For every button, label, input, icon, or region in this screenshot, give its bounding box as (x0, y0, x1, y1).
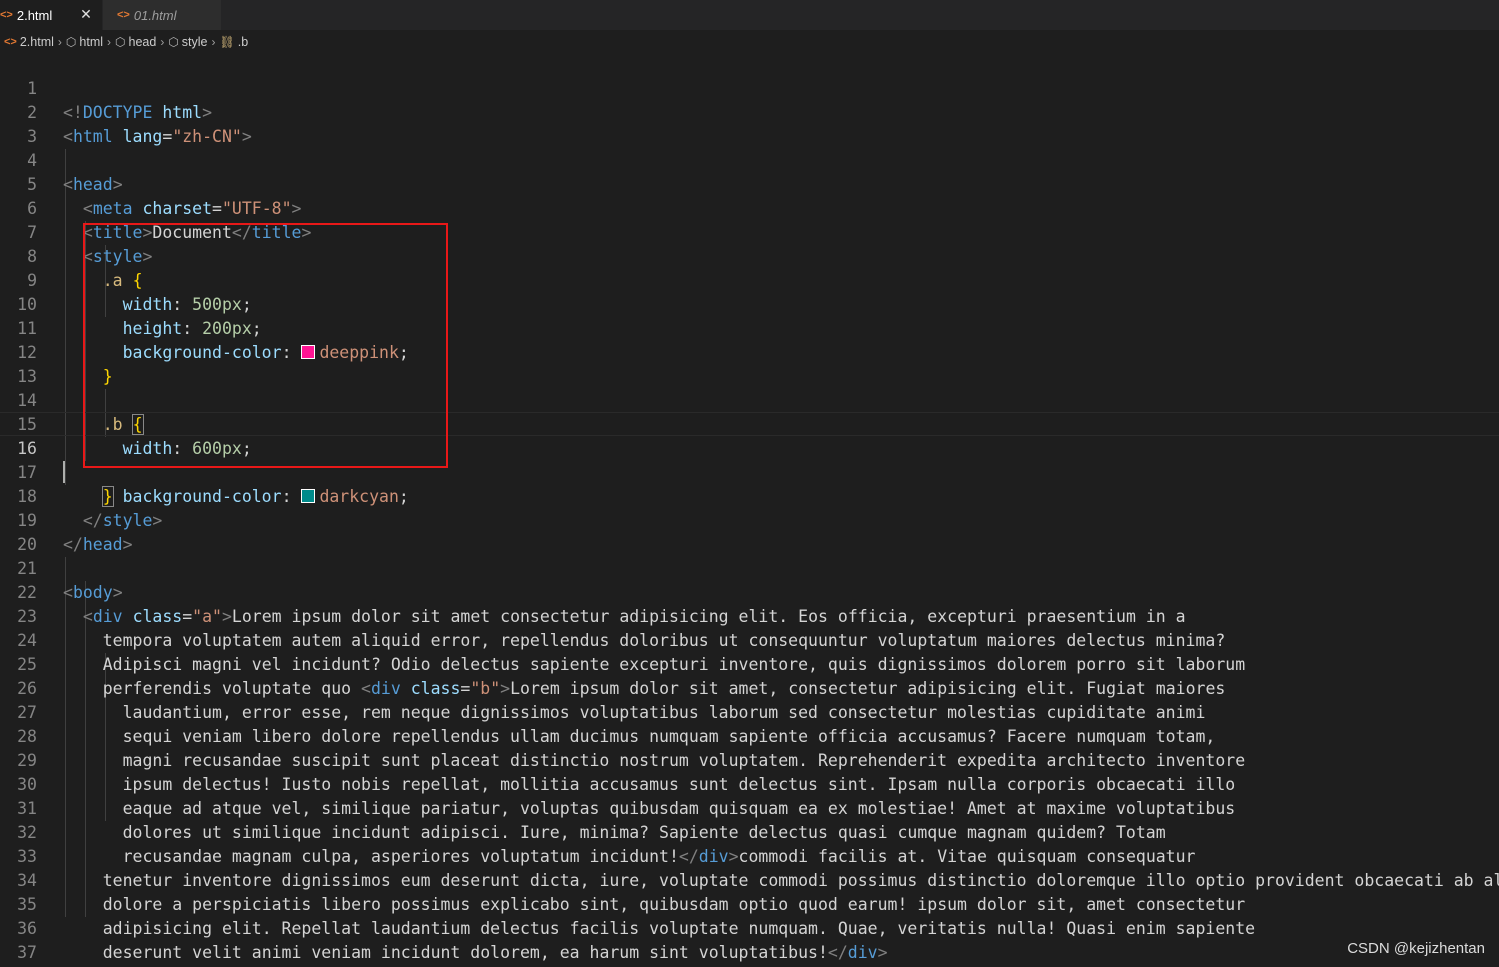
selector-icon: ⛓ (219, 35, 235, 49)
code-line: 29 ipsum delectus! Iusto nobis repellat,… (0, 725, 1499, 794)
tab-label: 2.html (16, 7, 53, 23)
html-file-icon: <> (4, 36, 17, 48)
chevron-right-icon: › (211, 35, 216, 49)
code-editor[interactable]: 1 <!DOCTYPE html> 2 <html lang="zh-CN"> … (0, 53, 1499, 967)
code-line-current: 16 background-color: darkcyan; (0, 412, 1499, 506)
cube-icon: ⬡ (168, 35, 179, 49)
code-line: 25 perferendis voluptate quo <div class=… (0, 629, 1499, 698)
code-line: 21 <body> (0, 533, 1499, 602)
code-line: 13 (0, 341, 1499, 386)
breadcrumb-label: head (128, 35, 157, 49)
code-line: 22 <div class="a">Lorem ipsum dolor sit … (0, 557, 1499, 626)
cube-icon: ⬡ (115, 35, 126, 49)
tab-label: 01.html (133, 7, 177, 23)
chevron-right-icon: › (160, 35, 165, 49)
code-line: 14 .b { (0, 365, 1499, 435)
code-line: 24 Adipisci magni vel incidunt? Odio del… (0, 605, 1499, 674)
breadcrumb-label: 2.html (19, 35, 54, 49)
code-line: 6 <title>Document</title> (0, 173, 1499, 242)
code-line: 37 </body> (0, 917, 1499, 962)
breadcrumb-label: style (181, 35, 208, 49)
code-line: 27 sequi veniam libero dolore repellendu… (0, 677, 1499, 746)
breadcrumb-item-selector[interactable]: ⛓ .b (220, 35, 249, 49)
breadcrumb-item-html[interactable]: ⬡ html (66, 35, 103, 49)
html-file-icon: <> (0, 9, 13, 21)
code-line: 34 dolore a perspiciatis libero possimus… (0, 845, 1499, 914)
tab-2-html[interactable]: <> 2.html ✕ (0, 0, 102, 30)
code-line: 30 eaque ad atque vel, similique pariatu… (0, 749, 1499, 818)
close-icon[interactable]: ✕ (78, 6, 94, 22)
breadcrumb-item-head[interactable]: ⬡ head (115, 35, 156, 49)
chevron-right-icon: › (57, 35, 62, 49)
breadcrumb-label: .b (237, 35, 249, 49)
breadcrumb-item-file[interactable]: <> 2.html (0, 35, 54, 49)
code-line: 38 (0, 941, 1499, 965)
code-line: 33 tenetur inventore dignissimos eum des… (0, 821, 1499, 890)
breadcrumb-item-style[interactable]: ⬡ style (168, 35, 207, 49)
code-line: 9 width: 500px; (0, 245, 1499, 314)
code-line: 7 <style> (0, 197, 1499, 266)
code-line: 15 width: 600px; (0, 389, 1499, 458)
code-line: 23 tempora voluptatem autem aliquid erro… (0, 581, 1499, 650)
code-line: 31 dolores ut similique incidunt adipisc… (0, 773, 1499, 842)
tab-01-html[interactable]: <> 01.html (103, 0, 221, 30)
code-line: 10 height: 200px; (0, 269, 1499, 338)
code-line: 3 (0, 101, 1499, 146)
code-line: 36 deserunt velit animi veniam incidunt … (0, 893, 1499, 962)
breadcrumb: <> 2.html › ⬡ html › ⬡ head › ⬡ style › … (0, 31, 1499, 53)
code-line: 8 .a { (0, 221, 1499, 290)
code-line: 35 adipisicing elit. Repellat laudantium… (0, 869, 1499, 938)
code-line: 18 </style> (0, 461, 1499, 530)
code-line: 4 <head> (0, 125, 1499, 194)
code-line: 2 <html lang="zh-CN"> (0, 77, 1499, 146)
code-line: 12 } (0, 317, 1499, 386)
watermark: CSDN @kejizhentan (1347, 940, 1485, 957)
code-line: 20 (0, 509, 1499, 554)
breadcrumb-label: html (79, 35, 104, 49)
cube-icon: ⬡ (65, 35, 77, 49)
html-file-icon: <> (117, 9, 130, 21)
code-line: 26 laudantium, error esse, rem neque dig… (0, 653, 1499, 722)
chevron-right-icon: › (107, 35, 112, 49)
code-line: 19 </head> (0, 485, 1499, 554)
tab-bar: <> 2.html ✕ <> 01.html (0, 0, 1499, 30)
code-line: 28 magni recusandae suscipit sunt placea… (0, 701, 1499, 770)
code-line: 5 <meta charset="UTF-8"> (0, 149, 1499, 218)
code-line: 32 recusandae magnam culpa, asperiores v… (0, 797, 1499, 866)
code-line: 11 background-color: deeppink; (0, 293, 1499, 362)
code-line: 17 } (0, 437, 1499, 507)
code-line: 1 <!DOCTYPE html> (0, 53, 1499, 122)
